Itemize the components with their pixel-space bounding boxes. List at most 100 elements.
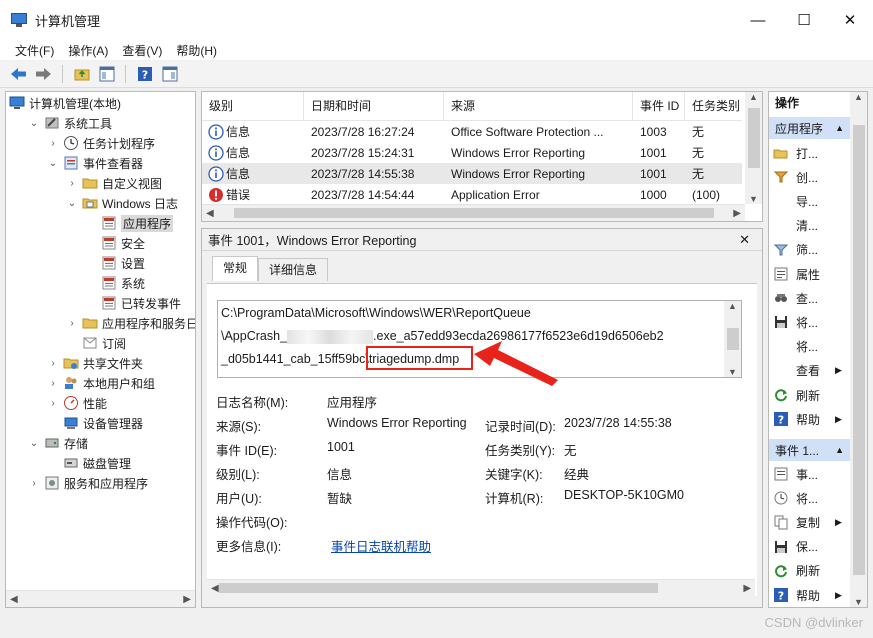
action-item[interactable]: 复制 ▶: [773, 512, 842, 532]
tree-item[interactable]: ⌄ 存储: [28, 433, 88, 453]
table-row[interactable]: 信息 2023/7/28 16:27:24 Office Software Prot…: [202, 121, 742, 142]
scroll-down-icon[interactable]: ▼: [854, 597, 863, 607]
tree-item[interactable]: 计算机管理(本地): [9, 93, 121, 113]
chevron-right-icon[interactable]: ›: [47, 138, 59, 149]
chevron-right-icon[interactable]: ›: [28, 478, 40, 489]
tree-item[interactable]: › 应用程序和服务日志: [66, 313, 195, 333]
tab-general[interactable]: 常规: [212, 256, 259, 281]
tree-item[interactable]: › 性能: [47, 393, 107, 413]
tab-details[interactable]: 详细信息: [258, 258, 329, 281]
description-scrollbar[interactable]: ▲ ▼: [724, 301, 741, 377]
table-row[interactable]: 错误 2023/7/28 14:54:44 Application Error 100…: [202, 184, 742, 205]
tree-item[interactable]: › 本地用户和组: [47, 373, 155, 393]
chevron-right-icon[interactable]: ›: [66, 178, 78, 189]
chevron-right-icon[interactable]: ›: [47, 378, 59, 389]
chevron-down-icon[interactable]: ⌄: [28, 438, 40, 449]
action-item[interactable]: 导...: [773, 191, 818, 211]
menu-file[interactable]: 文件(F): [8, 42, 61, 59]
column-header-source[interactable]: 来源: [444, 92, 633, 121]
tree-item[interactable]: › 自定义视图: [66, 173, 162, 193]
action-item[interactable]: 查看 ▶: [773, 361, 842, 381]
chevron-right-icon[interactable]: ›: [47, 358, 59, 369]
action-item[interactable]: 刷新: [773, 561, 820, 581]
scroll-down-icon[interactable]: ▼: [749, 194, 758, 204]
chevron-down-icon[interactable]: ⌄: [47, 158, 59, 169]
scroll-thumb[interactable]: [852, 124, 865, 575]
scroll-right-icon[interactable]: ▶: [183, 594, 191, 605]
maximize-button[interactable]: ☐: [781, 0, 827, 40]
action-item[interactable]: 事...: [773, 464, 818, 484]
tree-item[interactable]: 订阅: [66, 333, 126, 353]
action-item[interactable]: 属性: [773, 264, 820, 284]
action-item[interactable]: 将...: [773, 312, 818, 332]
action-item[interactable]: 查...: [773, 288, 818, 308]
menu-view[interactable]: 查看(V): [115, 42, 169, 59]
close-button[interactable]: ✕: [827, 0, 873, 40]
event-list-vertical-scrollbar[interactable]: ▲ ▼: [745, 92, 762, 204]
close-detail-icon[interactable]: ✕: [739, 232, 750, 248]
help-button[interactable]: ?: [135, 65, 154, 84]
scroll-thumb[interactable]: [233, 208, 714, 218]
tree-horizontal-scrollbar[interactable]: ◀ ▶: [6, 590, 195, 607]
up-level-button[interactable]: [72, 65, 91, 84]
scroll-left-icon[interactable]: ◀: [206, 208, 214, 219]
event-log-online-help-link[interactable]: 事件日志联机帮助: [331, 536, 431, 555]
tree-item[interactable]: ⌄ 系统工具: [28, 113, 112, 133]
chevron-right-icon[interactable]: ›: [66, 318, 78, 329]
event-list-horizontal-scrollbar[interactable]: ◀ ▶: [202, 204, 745, 221]
scroll-left-icon[interactable]: ◀: [10, 594, 18, 605]
tree-item[interactable]: 安全: [85, 233, 145, 253]
tree-item[interactable]: 设置: [85, 253, 145, 273]
detail-horizontal-scrollbar[interactable]: ◀ ▶: [207, 579, 755, 596]
scroll-thumb[interactable]: [726, 328, 739, 350]
tree-item[interactable]: › 共享文件夹: [47, 353, 143, 373]
table-row[interactable]: 信息 2023/7/28 15:24:31 Windows Error Report…: [202, 142, 742, 163]
action-item[interactable]: ? 帮助 ▶: [773, 585, 842, 605]
column-header-task-category[interactable]: 任务类别: [685, 92, 742, 121]
actions-section-application[interactable]: 应用程序 ▲: [769, 117, 850, 139]
column-header-event-id[interactable]: 事件 ID: [633, 92, 685, 121]
tree-item[interactable]: › 任务计划程序: [47, 133, 155, 153]
chevron-down-icon[interactable]: ⌄: [66, 198, 78, 209]
scroll-right-icon[interactable]: ▶: [733, 208, 741, 219]
chevron-down-icon[interactable]: ⌄: [28, 118, 40, 129]
action-item[interactable]: 创...: [773, 167, 818, 187]
action-item[interactable]: 刷新: [773, 385, 820, 405]
show-hide-action-pane-button[interactable]: [160, 65, 179, 84]
actions-section-event[interactable]: 事件 1... ▲: [769, 439, 850, 461]
scroll-right-icon[interactable]: ▶: [743, 583, 751, 594]
chevron-right-icon[interactable]: ›: [47, 398, 59, 409]
tree-item[interactable]: ⌄ Windows 日志: [66, 193, 178, 213]
forward-button[interactable]: [34, 65, 53, 84]
minimize-button[interactable]: —: [735, 0, 781, 40]
action-item[interactable]: 清...: [773, 216, 818, 236]
scroll-up-icon[interactable]: ▲: [749, 92, 758, 102]
scroll-thumb[interactable]: [218, 583, 659, 593]
scroll-left-icon[interactable]: ◀: [211, 583, 219, 594]
back-button[interactable]: [9, 65, 28, 84]
scroll-thumb[interactable]: [747, 108, 760, 168]
column-header-level[interactable]: 级别: [202, 92, 304, 121]
tree-item[interactable]: 已转发事件: [85, 293, 181, 313]
scroll-up-icon[interactable]: ▲: [728, 301, 737, 311]
tree-item[interactable]: ⌄ 事件查看器: [47, 153, 143, 173]
action-item[interactable]: ? 帮助 ▶: [773, 409, 842, 429]
scroll-down-icon[interactable]: ▼: [728, 367, 737, 377]
show-hide-tree-button[interactable]: [97, 65, 116, 84]
column-header-datetime[interactable]: 日期和时间: [304, 92, 444, 121]
action-item[interactable]: 筛...: [773, 240, 818, 260]
action-item[interactable]: 将...: [773, 337, 818, 357]
tree-item[interactable]: › 服务和应用程序: [28, 473, 148, 493]
tree-item[interactable]: 系统: [85, 273, 145, 293]
menu-help[interactable]: 帮助(H): [169, 42, 224, 59]
actions-vertical-scrollbar[interactable]: ▲ ▼: [850, 92, 867, 607]
tree-item[interactable]: 应用程序: [85, 213, 174, 233]
tree-item[interactable]: 设备管理器: [47, 413, 143, 433]
scroll-up-icon[interactable]: ▲: [854, 92, 863, 102]
table-row[interactable]: 信息 2023/7/28 14:55:38 Windows Error Report…: [202, 163, 742, 184]
action-item[interactable]: 将...: [773, 488, 818, 508]
menu-action[interactable]: 操作(A): [61, 42, 115, 59]
action-item[interactable]: 保...: [773, 537, 818, 557]
tree-item[interactable]: 磁盘管理: [47, 453, 131, 473]
action-item[interactable]: 打...: [773, 143, 818, 163]
